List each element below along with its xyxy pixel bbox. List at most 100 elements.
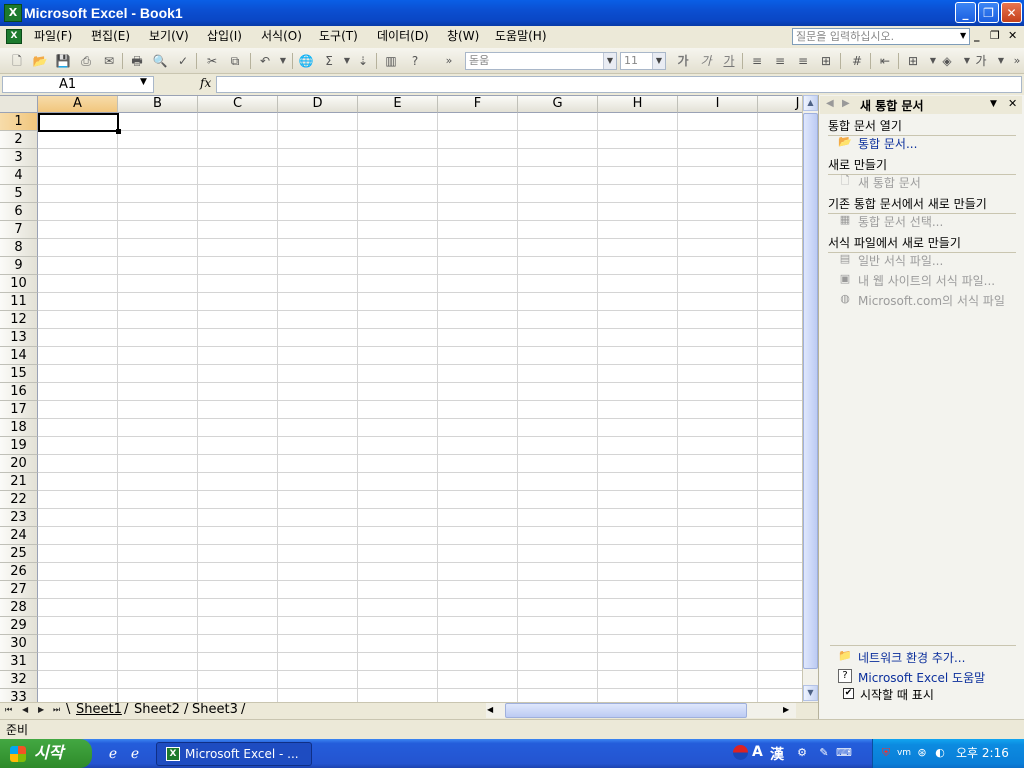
vertical-scroll-thumb[interactable] xyxy=(803,113,818,669)
row-header-1[interactable]: 1 xyxy=(0,113,38,131)
fill-color-icon[interactable]: ◈ xyxy=(938,52,956,70)
row-header-4[interactable]: 4 xyxy=(0,167,38,185)
horizontal-scroll-thumb[interactable] xyxy=(505,703,747,718)
italic-button[interactable]: 가 xyxy=(697,52,715,70)
undo-dropdown-icon[interactable]: ▼ xyxy=(274,52,292,70)
row-header-22[interactable]: 22 xyxy=(0,491,38,509)
link-new-workbook[interactable]: 새 통합 문서 xyxy=(858,174,921,191)
scroll-left-button[interactable]: ◀ xyxy=(487,705,493,714)
font-name-combo[interactable]: 돋움 ▼ xyxy=(465,52,617,70)
antivirus-icon[interactable]: ◐ xyxy=(932,745,948,761)
ime-hanja[interactable]: 漢 xyxy=(770,744,784,764)
spelling-icon[interactable]: ✓ xyxy=(174,52,192,70)
restore-button[interactable]: ❐ xyxy=(978,2,999,23)
currency-style-icon[interactable]: # xyxy=(848,52,866,70)
underline-button[interactable]: 가 xyxy=(720,52,738,70)
row-header-29[interactable]: 29 xyxy=(0,617,38,635)
row-header-19[interactable]: 19 xyxy=(0,437,38,455)
toolbar-options-icon[interactable]: » xyxy=(440,52,458,70)
clock[interactable]: 오후 2:16 xyxy=(956,745,1009,761)
language-bar-icon[interactable] xyxy=(733,745,748,760)
align-right-icon[interactable]: ≡ xyxy=(794,52,812,70)
last-sheet-button[interactable]: ⏭ xyxy=(53,705,60,715)
row-header-32[interactable]: 32 xyxy=(0,671,38,689)
borders-icon[interactable]: ⊞ xyxy=(904,52,922,70)
forward-icon[interactable]: ▶ xyxy=(842,98,850,109)
column-header-f[interactable]: F xyxy=(438,96,518,113)
row-header-17[interactable]: 17 xyxy=(0,401,38,419)
doc-close-button[interactable]: ✕ xyxy=(1008,29,1017,42)
row-header-30[interactable]: 30 xyxy=(0,635,38,653)
link-microsoft-templates[interactable]: Microsoft.com의 서식 파일 xyxy=(858,292,1005,309)
ask-question-box[interactable]: 질문을 입력하십시오. xyxy=(792,28,970,45)
insert-function-button[interactable]: fx xyxy=(200,76,211,90)
column-header-h[interactable]: H xyxy=(598,96,678,113)
ime-mode-a[interactable]: A xyxy=(752,744,763,760)
menu-data[interactable]: 데이터(D) xyxy=(377,27,429,45)
menu-window[interactable]: 창(W) xyxy=(447,27,479,45)
menu-file[interactable]: 파일(F) xyxy=(34,27,72,45)
link-open-workbook[interactable]: 통합 문서... xyxy=(858,135,917,152)
vertical-scrollbar[interactable]: ▲ ▼ xyxy=(802,95,818,702)
row-header-7[interactable]: 7 xyxy=(0,221,38,239)
sort-ascending-icon[interactable]: ⇣ xyxy=(354,52,372,70)
sheet-tab-sheet2[interactable]: Sheet2 xyxy=(134,702,180,718)
next-sheet-button[interactable]: ▶ xyxy=(38,705,44,714)
link-add-network-place[interactable]: 네트워크 환경 추가... xyxy=(858,649,965,666)
column-header-b[interactable]: B xyxy=(118,96,198,113)
security-shield-icon[interactable]: ⛨ xyxy=(878,745,894,761)
row-header-18[interactable]: 18 xyxy=(0,419,38,437)
save-icon[interactable]: 💾 xyxy=(54,52,72,70)
chevron-down-icon[interactable]: ▼ xyxy=(140,77,147,87)
scroll-up-button[interactable]: ▲ xyxy=(803,95,818,111)
name-box[interactable]: A1 xyxy=(2,76,154,93)
scroll-down-button[interactable]: ▼ xyxy=(803,685,818,701)
column-header-a[interactable]: A xyxy=(38,96,118,113)
vm-icon[interactable]: vm xyxy=(896,745,912,761)
merge-center-icon[interactable]: ⊞ xyxy=(817,52,835,70)
row-header-26[interactable]: 26 xyxy=(0,563,38,581)
row-header-25[interactable]: 25 xyxy=(0,545,38,563)
help-icon[interactable]: ? xyxy=(406,52,424,70)
chart-wizard-icon[interactable]: ▥ xyxy=(382,52,400,70)
row-header-28[interactable]: 28 xyxy=(0,599,38,617)
email-icon[interactable]: ✉ xyxy=(100,52,118,70)
row-header-3[interactable]: 3 xyxy=(0,149,38,167)
decrease-indent-icon[interactable]: ⇤ xyxy=(876,52,894,70)
row-header-12[interactable]: 12 xyxy=(0,311,38,329)
row-header-24[interactable]: 24 xyxy=(0,527,38,545)
align-left-icon[interactable]: ≡ xyxy=(748,52,766,70)
quicklaunch-ie-icon[interactable]: ℯ xyxy=(104,745,122,763)
row-header-5[interactable]: 5 xyxy=(0,185,38,203)
new-icon[interactable]: 🗋 xyxy=(8,52,26,70)
doc-restore-button[interactable]: ❐ xyxy=(990,29,1000,42)
column-header-j[interactable]: J xyxy=(758,96,802,113)
column-header-d[interactable]: D xyxy=(278,96,358,113)
hyperlink-icon[interactable]: 🌐 xyxy=(297,52,315,70)
scroll-right-button[interactable]: ▶ xyxy=(783,705,789,714)
first-sheet-button[interactable]: ⏮ xyxy=(5,705,12,715)
row-header-11[interactable]: 11 xyxy=(0,293,38,311)
menu-view[interactable]: 보기(V) xyxy=(149,27,189,45)
menu-help[interactable]: 도움말(H) xyxy=(495,27,547,45)
link-excel-help[interactable]: Microsoft Excel 도움말 xyxy=(858,669,985,686)
row-header-16[interactable]: 16 xyxy=(0,383,38,401)
row-header-14[interactable]: 14 xyxy=(0,347,38,365)
prev-sheet-button[interactable]: ◀ xyxy=(22,705,28,714)
row-header-23[interactable]: 23 xyxy=(0,509,38,527)
worksheet-grid[interactable]: ABCDEFGHIJ 1 2 3 4 5 6 7 8 9 10 11 12 13 14 15 16 17 18 19… xyxy=(0,95,802,703)
menu-insert[interactable]: 삽입(I) xyxy=(207,27,242,45)
chevron-down-icon[interactable]: ▼ xyxy=(960,31,966,40)
font-size-combo[interactable]: 11 ▼ xyxy=(620,52,666,70)
sheet-tab-sheet3[interactable]: Sheet3 xyxy=(192,702,238,718)
link-website-templates[interactable]: 내 웹 사이트의 서식 파일... xyxy=(858,272,995,289)
cut-icon[interactable]: ✂ xyxy=(203,52,221,70)
close-button[interactable]: ✕ xyxy=(1001,2,1022,23)
back-icon[interactable]: ◀ xyxy=(826,98,834,109)
excel-app-icon[interactable]: X xyxy=(4,4,22,22)
autosum-icon[interactable]: Σ xyxy=(320,52,338,70)
ime-settings-icon[interactable]: ⚙ xyxy=(794,745,810,761)
undo-icon[interactable]: ↶ xyxy=(256,52,274,70)
column-header-c[interactable]: C xyxy=(198,96,278,113)
row-header-21[interactable]: 21 xyxy=(0,473,38,491)
